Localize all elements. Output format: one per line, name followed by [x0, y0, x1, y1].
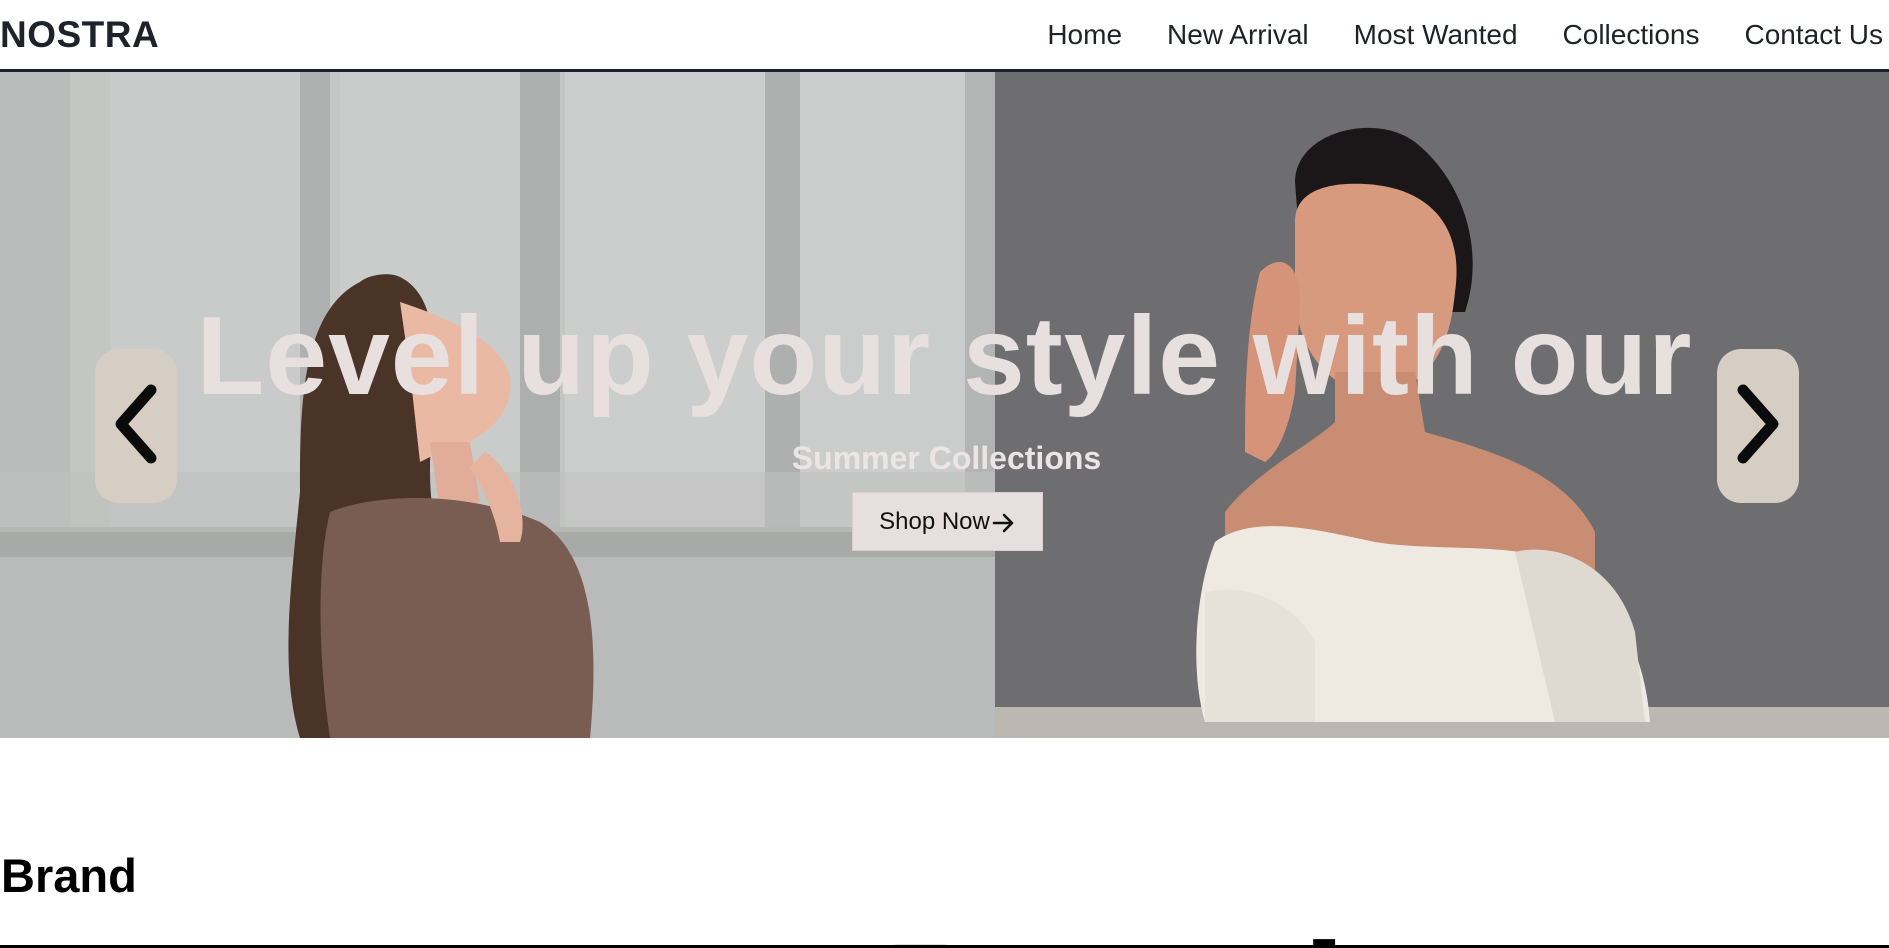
hero-headline: Level up your style with our	[196, 294, 1693, 418]
carousel-prev-button[interactable]	[95, 349, 177, 503]
site-logo[interactable]: NOSTRA	[0, 14, 159, 56]
chevron-right-icon	[1733, 382, 1783, 471]
hero-carousel: Level up your style with our Summer Coll…	[0, 72, 1889, 738]
arrow-right-icon	[992, 512, 1016, 532]
carousel-next-button[interactable]	[1717, 349, 1799, 503]
main-nav: Home New Arrival Most Wanted Collections…	[1002, 0, 1889, 69]
brand-heading-peek: Brand...	[884, 920, 1480, 948]
shop-now-label: Shop Now	[879, 507, 990, 535]
nav-collections[interactable]: Collections	[1563, 19, 1700, 51]
nav-contact-us[interactable]: Contact Us	[1745, 19, 1884, 51]
top-navbar: NOSTRA Home New Arrival Most Wanted Coll…	[0, 0, 1889, 72]
nav-new-arrival[interactable]: New Arrival	[1167, 19, 1309, 51]
nav-most-wanted[interactable]: Most Wanted	[1354, 19, 1518, 51]
shop-now-button[interactable]: Shop Now	[852, 492, 1043, 551]
nav-home[interactable]: Home	[1047, 19, 1122, 51]
hero-subheadline: Summer Collections	[791, 440, 1102, 476]
brand-section-title: Brand	[1, 849, 137, 902]
chevron-left-icon	[111, 382, 161, 471]
